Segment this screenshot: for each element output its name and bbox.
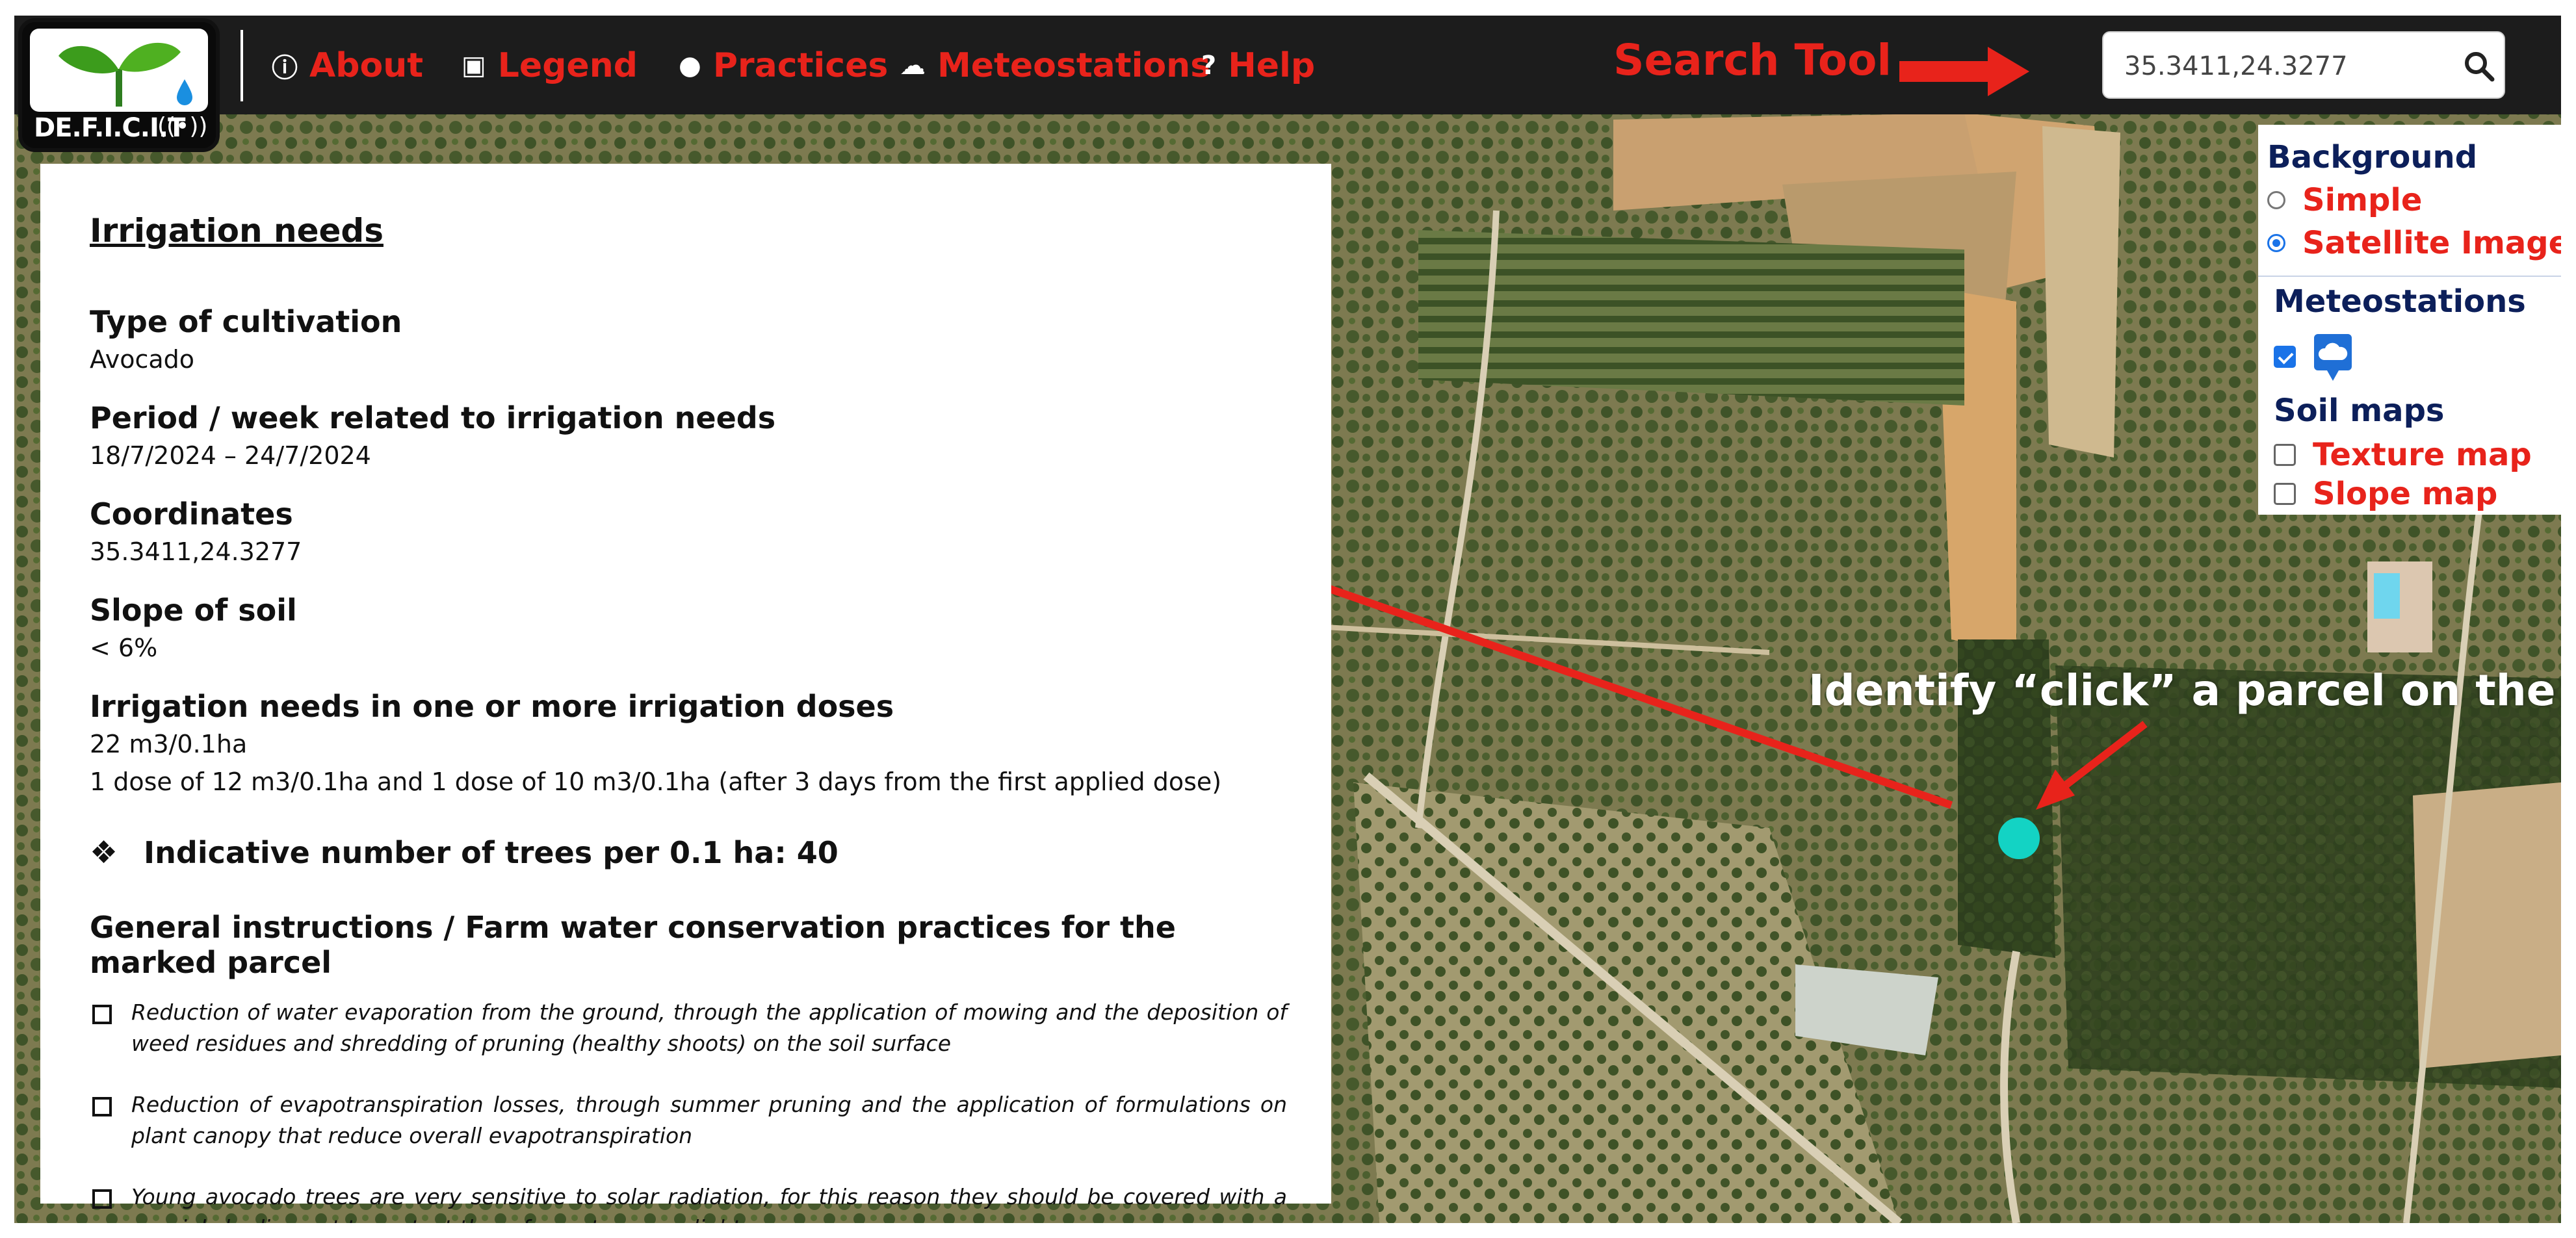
- field-label: Irrigation needs in one or more irrigati…: [90, 689, 894, 724]
- info-icon: ⓘ: [272, 53, 298, 83]
- soil-option-slope[interactable]: Slope map: [2274, 476, 2497, 512]
- sprout-icon: [59, 42, 192, 107]
- slope-map-checkbox[interactable]: [2274, 483, 2296, 505]
- cloud-pin-icon: [2314, 334, 2352, 381]
- soil-option-label: Slope map: [2313, 476, 2498, 512]
- meteostations-checkbox[interactable]: [2274, 346, 2296, 368]
- diamond-bullet-icon: ❖: [90, 834, 118, 871]
- logo-sprout-panel: [30, 29, 208, 112]
- field-value: 22 m3/0.1ha: [90, 730, 248, 758]
- nav-about-label: About: [309, 46, 424, 85]
- panel-title: Irrigation needs: [90, 212, 384, 250]
- square-bullet-icon: [92, 1189, 112, 1209]
- parcel-marker[interactable]: [1998, 818, 2040, 859]
- nav-meteostations[interactable]: ☁ Meteostations: [900, 36, 1210, 95]
- field-label: Type of cultivation: [90, 304, 402, 339]
- background-option-simple[interactable]: Simple: [2267, 182, 2422, 218]
- nav-about[interactable]: ⓘ About: [272, 36, 423, 95]
- texture-map-checkbox[interactable]: [2274, 444, 2296, 466]
- field-value: 1 dose of 12 m3/0.1ha and 1 dose of 10 m…: [90, 767, 1222, 796]
- field-period: Period / week related to irrigation need…: [90, 399, 1287, 474]
- background-option-satellite[interactable]: Satellite Image: [2267, 225, 2561, 261]
- nav-practices-label: Practices: [712, 46, 889, 85]
- field-label: Slope of soil: [90, 593, 297, 628]
- practice-item: Reduction of water evaporation from the …: [90, 997, 1287, 1059]
- meteostations-toggle[interactable]: [2274, 331, 2353, 382]
- search-icon[interactable]: [2460, 47, 2499, 86]
- layer-control-panel: Background Simple Satellite Image Meteos…: [2258, 125, 2561, 515]
- trees-per-area-text: Indicative number of trees per 0.1 ha: 4…: [144, 835, 839, 870]
- field-coordinates: Coordinates 35.3411,24.3277: [90, 495, 1287, 571]
- field-label: Period / week related to irrigation need…: [90, 400, 776, 435]
- identify-parcel-annotation: Identify “click” a parcel on the map: [1808, 665, 2561, 716]
- field-value: 35.3411,24.3277: [90, 537, 302, 566]
- field-value: 18/7/2024 – 24/7/2024: [90, 441, 371, 470]
- help-icon: ?: [1201, 51, 1217, 81]
- field-cultivation: Type of cultivation Avocado: [90, 303, 1287, 378]
- field-irrigation-needs: Irrigation needs in one or more irrigati…: [90, 688, 1287, 801]
- search-box[interactable]: [2102, 31, 2505, 99]
- field-value: < 6%: [90, 634, 158, 662]
- field-label: Coordinates: [90, 496, 293, 532]
- wireless-icon: ((•)): [157, 113, 208, 140]
- soil-option-texture[interactable]: Texture map: [2274, 437, 2532, 473]
- soil-maps-title: Soil maps: [2274, 393, 2445, 429]
- nav-legend-label: Legend: [497, 46, 638, 85]
- meteostations-title: Meteostations: [2274, 283, 2526, 320]
- square-bullet-icon: [92, 1005, 112, 1024]
- practice-text: Reduction of water evaporation from the …: [131, 999, 1287, 1056]
- radio-simple[interactable]: [2267, 191, 2285, 209]
- deficit-logo[interactable]: DE.F.I.C.I.T ((•)): [18, 18, 220, 152]
- field-value: Avocado: [90, 345, 195, 374]
- practice-item: Young avocado trees are very sensitive t…: [90, 1181, 1287, 1223]
- search-tool-arrow: [1899, 47, 2029, 96]
- trees-per-area: ❖ Indicative number of trees per 0.1 ha:…: [90, 834, 1287, 871]
- drop-icon: ●: [679, 51, 701, 81]
- top-navbar: DE.F.I.C.I.T ((•)) ⓘ About ▣ Legend ● Pr…: [14, 16, 2561, 152]
- background-title: Background: [2267, 139, 2478, 175]
- practice-text: Reduction of evapotranspiration losses, …: [131, 1092, 1287, 1148]
- nav-practices[interactable]: ● Practices: [679, 36, 888, 95]
- square-bullet-icon: [92, 1097, 112, 1116]
- layer-divider: [2258, 276, 2561, 277]
- general-instructions-title: General instructions / Farm water conser…: [90, 910, 1176, 980]
- background-option-label: Simple: [2302, 182, 2423, 218]
- nav-legend[interactable]: ▣ Legend: [462, 36, 638, 95]
- nav-help-label: Help: [1228, 46, 1316, 85]
- nav-help[interactable]: ? Help: [1201, 36, 1315, 95]
- app-frame: DE.F.I.C.I.T ((•)) ⓘ About ▣ Legend ● Pr…: [14, 16, 2561, 1223]
- background-option-label: Satellite Image: [2302, 225, 2561, 261]
- cloud-icon: ☁: [900, 51, 926, 81]
- nav-meteostations-label: Meteostations: [937, 46, 1211, 85]
- search-tool-label: Search Tool: [1613, 35, 1892, 85]
- search-input[interactable]: [2123, 43, 2451, 90]
- soil-option-label: Texture map: [2313, 437, 2532, 473]
- practice-text: Young avocado trees are very sensitive t…: [131, 1184, 1287, 1223]
- radio-satellite[interactable]: [2267, 234, 2285, 252]
- nav-separator: [241, 30, 243, 101]
- logo-text: DE.F.I.C.I.T: [34, 113, 185, 143]
- image-icon: ▣: [462, 51, 486, 81]
- practice-item: Reduction of evapotranspiration losses, …: [90, 1089, 1287, 1152]
- irrigation-info-panel: Irrigation needs Type of cultivation Avo…: [40, 164, 1331, 1223]
- field-slope: Slope of soil < 6%: [90, 591, 1287, 667]
